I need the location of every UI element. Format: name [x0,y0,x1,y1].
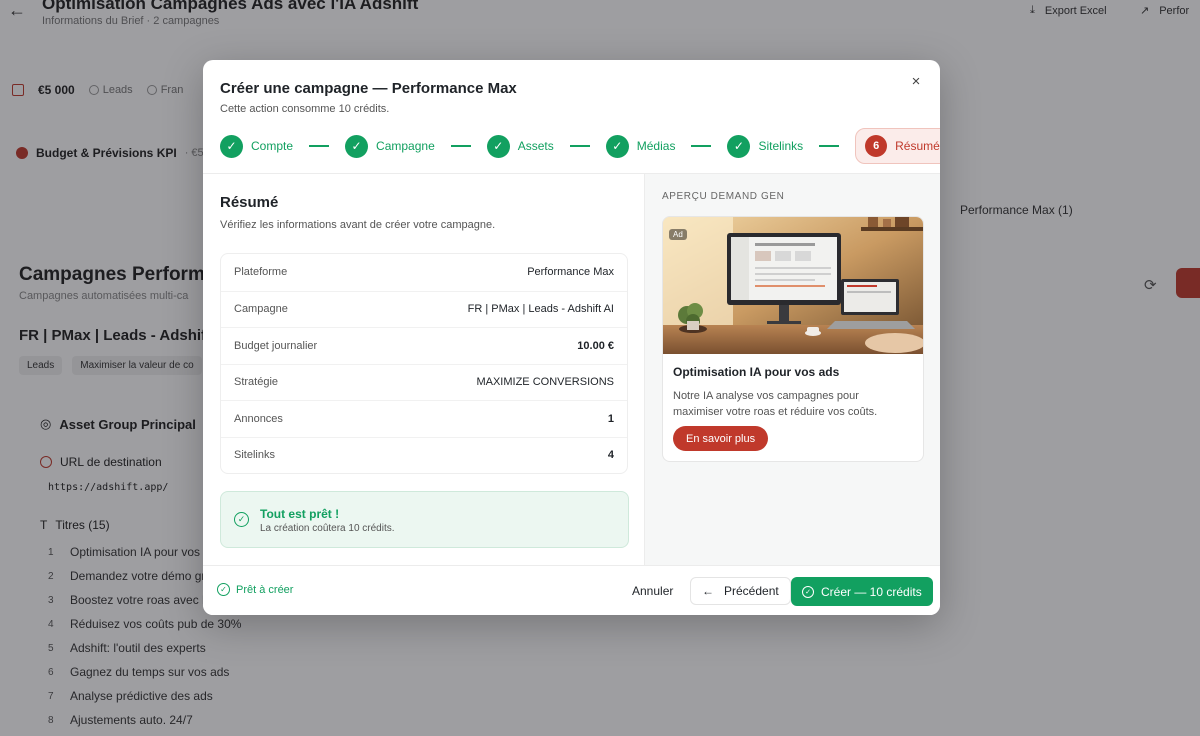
step-connector [450,145,471,147]
step-campagne[interactable]: ✓ Campagne [345,134,435,158]
check-icon: ✓ [605,134,629,158]
check-circle-icon: ✓ [234,512,249,527]
row-label: Stratégie [234,376,279,389]
summary-row: Plateforme Performance Max [221,254,627,291]
step-medias[interactable]: ✓ Médias [605,134,676,158]
previous-label: Précédent [724,584,779,598]
step-label: Résumé [895,139,940,153]
step-connector [569,145,590,147]
row-value: Performance Max [527,266,614,279]
step-resume[interactable]: 6 Résumé [855,128,940,164]
step-label: Sitelinks [758,139,804,153]
create-label: Créer — 10 crédits [821,584,922,599]
row-value: MAXIMIZE CONVERSIONS [476,376,614,389]
stepper: ✓ Compte ✓ Campagne ✓ Assets ✓ Médias ✓ … [220,127,940,165]
modal-subtitle: Cette action consomme 10 crédits. [220,103,390,115]
summary-row: Budget journalier 10.00 € [221,327,627,364]
previous-button[interactable]: ← Précédent [690,577,791,605]
ad-description: Notre IA analyse vos campagnes pour maxi… [673,390,878,418]
check-icon: ✓ [727,134,751,158]
modal-title: Créer une campagne — Performance Max [220,80,517,97]
preview-label: APERÇU DEMAND GEN [662,191,785,202]
close-icon[interactable]: × [906,72,926,92]
summary-row: Annonces 1 [221,400,627,437]
summary-title: Résumé [220,194,279,211]
preview-panel: APERÇU DEMAND GEN Ad Optimisation IA pou… [644,174,940,565]
summary-panel: Résumé Vérifiez les informations avant d… [203,174,644,565]
row-value: 4 [607,449,614,462]
row-label: Budget journalier [234,339,318,352]
row-label: Sitelinks [234,449,275,462]
step-label: Médias [636,139,676,153]
row-label: Annonces [234,412,283,425]
create-campaign-modal: × Créer une campagne — Performance Max C… [203,60,940,615]
ad-title: Optimisation IA pour vos ads [673,365,840,379]
summary-table: Plateforme Performance Max Campagne FR |… [220,253,628,474]
summary-row: Sitelinks 4 [221,436,627,474]
step-label: Compte [251,139,294,153]
check-icon: ✓ [220,134,243,158]
ad-badge: Ad [669,229,687,240]
learn-more-button[interactable]: En savoir plus [673,426,769,451]
step-connector [691,145,712,147]
ready-subtitle: La création coûtera 10 crédits. [260,523,395,534]
row-value: 1 [607,412,614,425]
cancel-button[interactable]: Annuler [624,577,681,605]
ready-alert: ✓ Tout est prêt ! La création coûtera 10… [220,491,629,548]
ad-preview-card: Ad Optimisation IA pour vos ads Notre IA… [662,216,924,462]
row-value: 10.00 € [577,339,614,352]
summary-row: Campagne FR | PMax | Leads - Adshift AI [221,290,627,328]
row-label: Campagne [234,303,288,316]
step-number: 6 [865,135,888,157]
row-value: FR | PMax | Leads - Adshift AI [467,303,614,316]
step-sitelinks[interactable]: ✓ Sitelinks [727,134,804,158]
row-label: Plateforme [234,266,288,279]
modal-footer: ✓ Prêt à créer Annuler ← Précédent ✓ Cré… [203,565,940,615]
step-label: Campagne [376,139,435,153]
check-icon: ✓ [486,134,510,158]
step-connector [819,145,840,147]
summary-subtitle: Vérifiez les informations avant de créer… [220,219,496,231]
ready-status-label: Prêt à créer [236,583,294,596]
create-campaign-button[interactable]: ✓ Créer — 10 crédits [791,577,933,606]
step-connector [309,145,330,147]
ad-image [663,217,923,354]
step-compte[interactable]: ✓ Compte [220,134,294,158]
step-label: Assets [517,139,554,153]
summary-row: Stratégie MAXIMIZE CONVERSIONS [221,363,627,401]
ready-title: Tout est prêt ! [260,507,340,521]
step-assets[interactable]: ✓ Assets [486,134,554,158]
arrow-left-icon: ← [702,584,714,598]
check-circle-icon: ✓ [217,583,230,596]
check-icon: ✓ [345,134,369,158]
ready-status: ✓ Prêt à créer [217,583,293,596]
check-circle-icon: ✓ [802,585,814,598]
